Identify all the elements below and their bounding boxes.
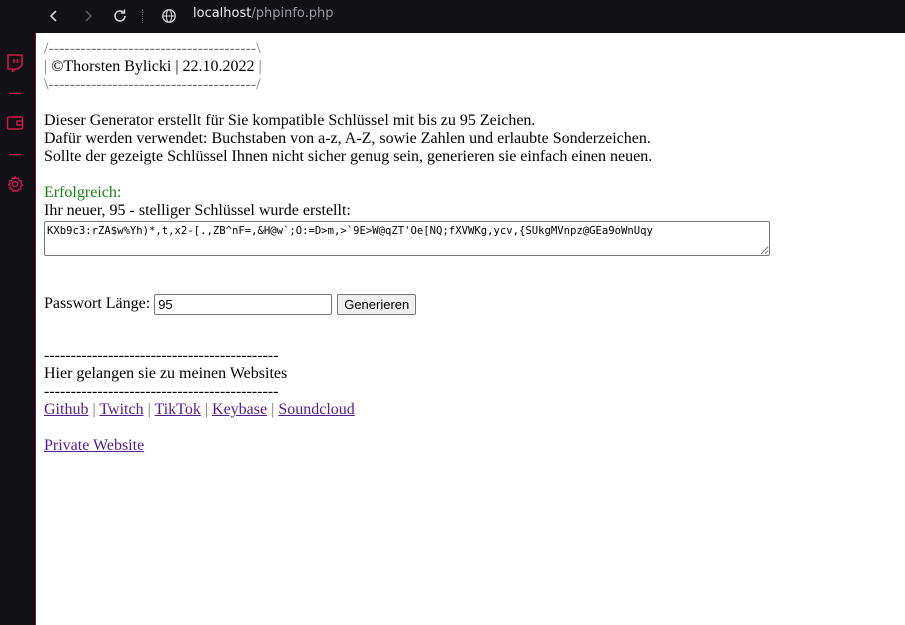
site-info-icon[interactable] <box>157 4 181 28</box>
link-private-website[interactable]: Private Website <box>44 437 144 454</box>
generated-key-field[interactable]: KXb9c3:rZA$w%Yh)*,t,x2-[.,ZB^nF=,&H@w`;O… <box>44 221 770 256</box>
wallet-icon[interactable] <box>5 113 25 133</box>
reload-icon[interactable] <box>108 4 132 28</box>
header-box-middle: | ©Thorsten Bylicki | 22.10.2022 | <box>44 58 262 75</box>
sidebar-divider <box>9 154 21 155</box>
length-input[interactable] <box>154 293 333 315</box>
length-label: Passwort Länge: <box>44 295 151 312</box>
twitch-icon[interactable] <box>5 53 25 73</box>
address-bar[interactable]: localhost/phpinfo.php <box>193 6 334 21</box>
browser-window: localhost/phpinfo.php /-----------------… <box>0 0 905 625</box>
links-divider-bottom: ----------------------------------------… <box>44 383 279 400</box>
links-heading: Hier gelangen sie zu meinen Websites <box>44 365 288 382</box>
generate-button[interactable]: Generieren <box>337 293 417 315</box>
success-status: Erfolgreich: <box>44 184 122 201</box>
url-host: localhost <box>193 6 252 21</box>
length-form: Passwort Länge: Generieren <box>44 293 894 315</box>
intro-line-3: Sollte der gezeigte Schlüssel Ihnen nich… <box>44 148 653 165</box>
header-box-bottom: \---------------------------------------… <box>44 76 261 93</box>
link-keybase[interactable]: Keybase <box>212 401 267 418</box>
gear-icon[interactable] <box>5 174 25 194</box>
header-box-top: /---------------------------------------… <box>44 40 261 57</box>
page-content: /---------------------------------------… <box>44 40 894 455</box>
links-divider-top: ----------------------------------------… <box>44 347 279 364</box>
link-tiktok[interactable]: TikTok <box>155 401 201 418</box>
intro-line-2: Dafür werden verwendet: Buchstaben von a… <box>44 130 651 147</box>
link-github[interactable]: Github <box>44 401 88 418</box>
social-links: Github | Twitch | TikTok | Keybase | Sou… <box>44 401 355 418</box>
intro-line-1: Dieser Generator erstellt für Sie kompat… <box>44 112 536 129</box>
forward-icon[interactable] <box>76 4 100 28</box>
sidebar <box>0 33 36 625</box>
back-icon[interactable] <box>42 4 66 28</box>
result-message: Ihr neuer, 95 - stelliger Schlüssel wurd… <box>44 202 351 219</box>
link-twitch[interactable]: Twitch <box>99 401 143 418</box>
toolbar-separator <box>142 9 145 23</box>
copyright-text: ©Thorsten Bylicki | 22.10.2022 <box>47 58 259 75</box>
link-soundcloud[interactable]: Soundcloud <box>278 401 354 418</box>
browser-toolbar: localhost/phpinfo.php <box>0 0 905 33</box>
url-path: /phpinfo.php <box>251 6 334 21</box>
sidebar-divider <box>9 93 21 94</box>
